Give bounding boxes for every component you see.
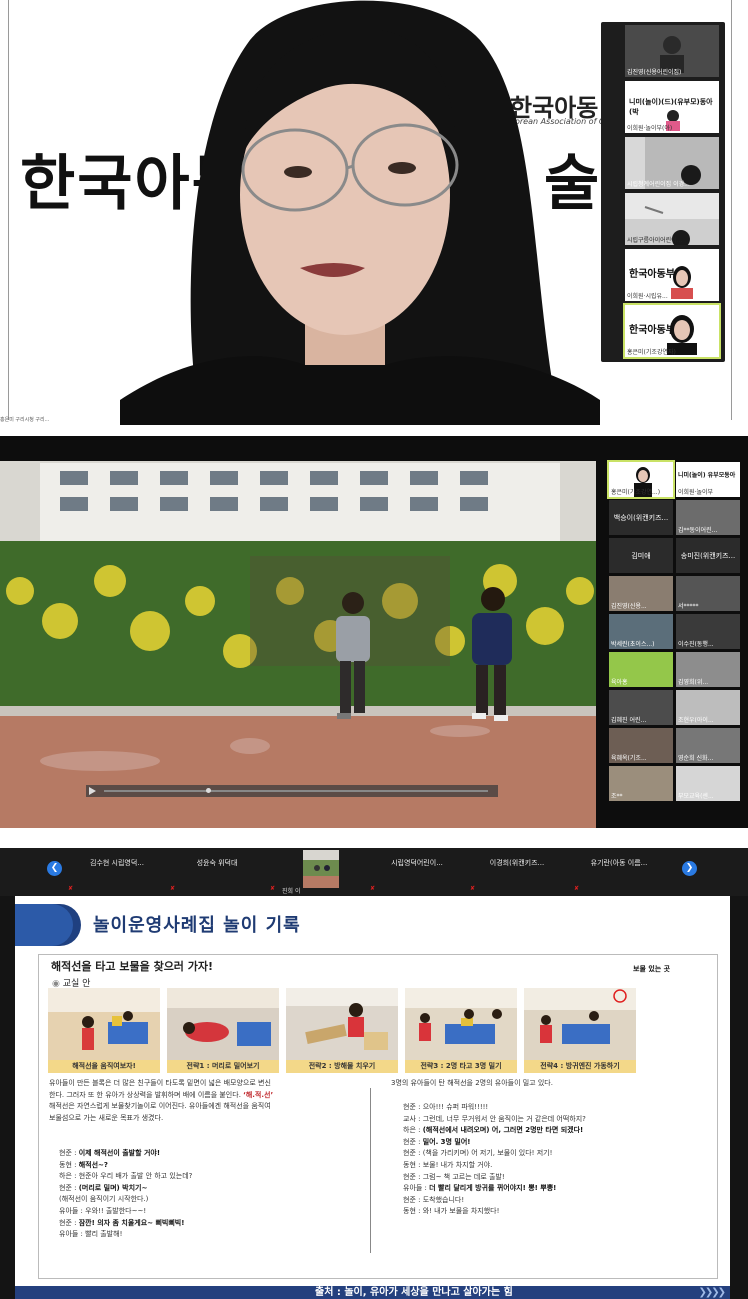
source-text: 출처 : 놀이, 유아가 세상을 만나고 살아가는 힘 [315, 1287, 513, 1298]
shared-slide: 놀이운영사례집 놀이 기록 해적선을 타고 보물을 찾으러 가자! ◉ 교실 안… [15, 896, 730, 1288]
left-dialog: 현준 : 이제 해적선이 출발할 거야! 동현 : 해적선~? 하은 : 현준아… [59, 1149, 193, 1239]
activity-photo [48, 988, 160, 1060]
treasure-label: 보물 있는 곳 [633, 965, 671, 973]
mic-muted-icon: ✘ [270, 885, 276, 892]
activity-subtitle: 해적선을 타고 보물을 찾으러 가자! [51, 960, 214, 973]
participant-thumb[interactable]: 유기란(아동 이름... [574, 858, 664, 868]
column-divider [370, 1088, 371, 1253]
play-icon[interactable] [88, 787, 96, 795]
frame-line-right [731, 0, 732, 420]
mic-muted-icon: ✘ [574, 885, 580, 892]
participant-tile-active-speaker[interactable]: 한국아동부 홍은미(기조강연자) [623, 303, 721, 359]
participant-tile[interactable]: 부모교육(센... [676, 766, 740, 801]
participant-tile[interactable]: 한국아동부 이희원·시립유... [625, 249, 719, 301]
chevrons-right-icon: ❯❯❯❯ [698, 1287, 725, 1298]
participant-tile[interactable]: 송미진(위캔키즈... [676, 538, 740, 573]
left-narrative: 유아들이 만든 블록은 더 많은 친구들이 타도록 밑면이 넓은 배모양으로 변… [49, 1079, 274, 1122]
participant-strip[interactable]: 김진영(신용어린이집) 니미(놀이)(드)(유부모)동아(박 이희원·놀이부(아… [601, 22, 725, 362]
participant-thumb[interactable]: 이경희(위캔키즈... [472, 858, 562, 868]
frame-line-left [8, 0, 9, 420]
speaker-video [120, 0, 600, 425]
activity-photo [405, 988, 517, 1060]
title-tab-decoration [15, 904, 73, 946]
video-seek-bar[interactable] [86, 785, 498, 797]
participant-tile[interactable]: 조** [609, 766, 673, 801]
slide-title: 놀이운영사례집 놀이 기록 [93, 915, 301, 936]
participant-tile[interactable]: 서***** [676, 576, 740, 611]
chevron-right-icon[interactable]: ❯ [682, 861, 697, 876]
screen-share-panel: ❮ 김수현 시립영덕... ✘ 성윤숙 위덕대 ✘ ✘ 진희 이 시립영덕어린이… [0, 848, 748, 1299]
participant-thumb[interactable]: 성윤숙 위덕대 [172, 858, 262, 868]
chevron-left-icon[interactable]: ❮ [47, 861, 62, 876]
participant-thumb[interactable]: 시립영덕어린이... [372, 858, 462, 868]
seek-track[interactable] [104, 790, 488, 792]
video-share-panel: 홍은미(기조강연...) 니미(놀이) 유부모동아 이희원·놀이부 백승이(위캔… [0, 436, 748, 828]
photo-caption: 전략1 : 머리로 밀어보기 [167, 1060, 279, 1073]
participant-tile[interactable]: 김미애 [609, 538, 673, 573]
participant-video-thumb[interactable] [303, 850, 339, 888]
activity-photo [524, 988, 636, 1060]
activity-photo [167, 988, 279, 1060]
speaker-view-panel: 한국아동 Korean Association of Chil 한국아동부술세미… [0, 0, 748, 425]
participant-tile[interactable]: 백승이(위캔키즈... [609, 500, 673, 535]
right-intro: 3명의 유아들이 탄 해적선을 2명의 유아들이 밀고 있다. [391, 1079, 553, 1087]
participant-thumbnail-bar[interactable]: ❮ 김수현 시립영덕... ✘ 성윤숙 위덕대 ✘ ✘ 진희 이 시립영덕어린이… [0, 848, 748, 896]
participant-tile[interactable]: 니미(놀이)(드)(유부모)동아(박 이희원·놀이부(아) [625, 81, 719, 133]
mic-muted-icon: ✘ [170, 885, 176, 892]
participant-tile[interactable]: 김진영(신용어린이집) [625, 25, 719, 77]
participant-tile[interactable]: 니미(놀이) 유부모동아 이희원·놀이부 [676, 462, 740, 497]
participant-tile[interactable]: 김혜진 어린... [609, 690, 673, 725]
participant-video [671, 266, 693, 299]
activity-photo [286, 988, 398, 1060]
photo-caption: 전략3 : 2명 타고 3명 밀기 [405, 1060, 517, 1073]
participant-tile[interactable]: 김진영(신용... [609, 576, 673, 611]
participant-thumb-label: 진희 이 [282, 888, 301, 895]
shared-video[interactable] [0, 461, 596, 828]
photo-caption: 전략2 : 방해물 치우기 [286, 1060, 398, 1073]
video-corner-label: 홍은미 구리시청 구리... [0, 417, 50, 423]
participant-tile[interactable]: 홍은미(기조강연...) [607, 460, 675, 499]
mic-muted-icon: ✘ [370, 885, 376, 892]
participant-tile[interactable]: 박세린(초이스...) [609, 614, 673, 649]
participant-thumb[interactable]: 김수현 시립영덕... [72, 858, 162, 868]
source-footer: 출처 : 놀이, 유아가 세상을 만나고 살아가는 힘 ❯❯❯❯ [15, 1286, 730, 1299]
photo-caption: 해적선을 움직여보자! [48, 1060, 160, 1073]
participant-tile[interactable]: 육혜옥(기조... [609, 728, 673, 763]
mic-muted-icon: ✘ [470, 885, 476, 892]
participant-tile[interactable]: 조현우(아이... [676, 690, 740, 725]
seek-handle[interactable] [206, 788, 211, 793]
participant-tile[interactable]: 김영희(위... [676, 652, 740, 687]
participant-tile[interactable]: 시립구름아이어린이... [625, 193, 719, 245]
right-dialog: 현준 : 으아!!! 슈퍼 파워!!!!! 교사 : 그런데, 너무 무거워서 … [403, 1103, 586, 1216]
photo-caption: 전략4 : 방귀엔진 가동하기 [524, 1060, 636, 1073]
participant-tile[interactable]: 영순희 신화... [676, 728, 740, 763]
participant-tile[interactable]: 김**동이어린... [676, 500, 740, 535]
participant-tile[interactable]: 이수진(동행... [676, 614, 740, 649]
participant-tile[interactable]: 시립청계어린이집 이경... [625, 137, 719, 189]
mic-muted-icon: ✘ [68, 885, 74, 892]
participant-tile[interactable]: 육아홍 [609, 652, 673, 687]
